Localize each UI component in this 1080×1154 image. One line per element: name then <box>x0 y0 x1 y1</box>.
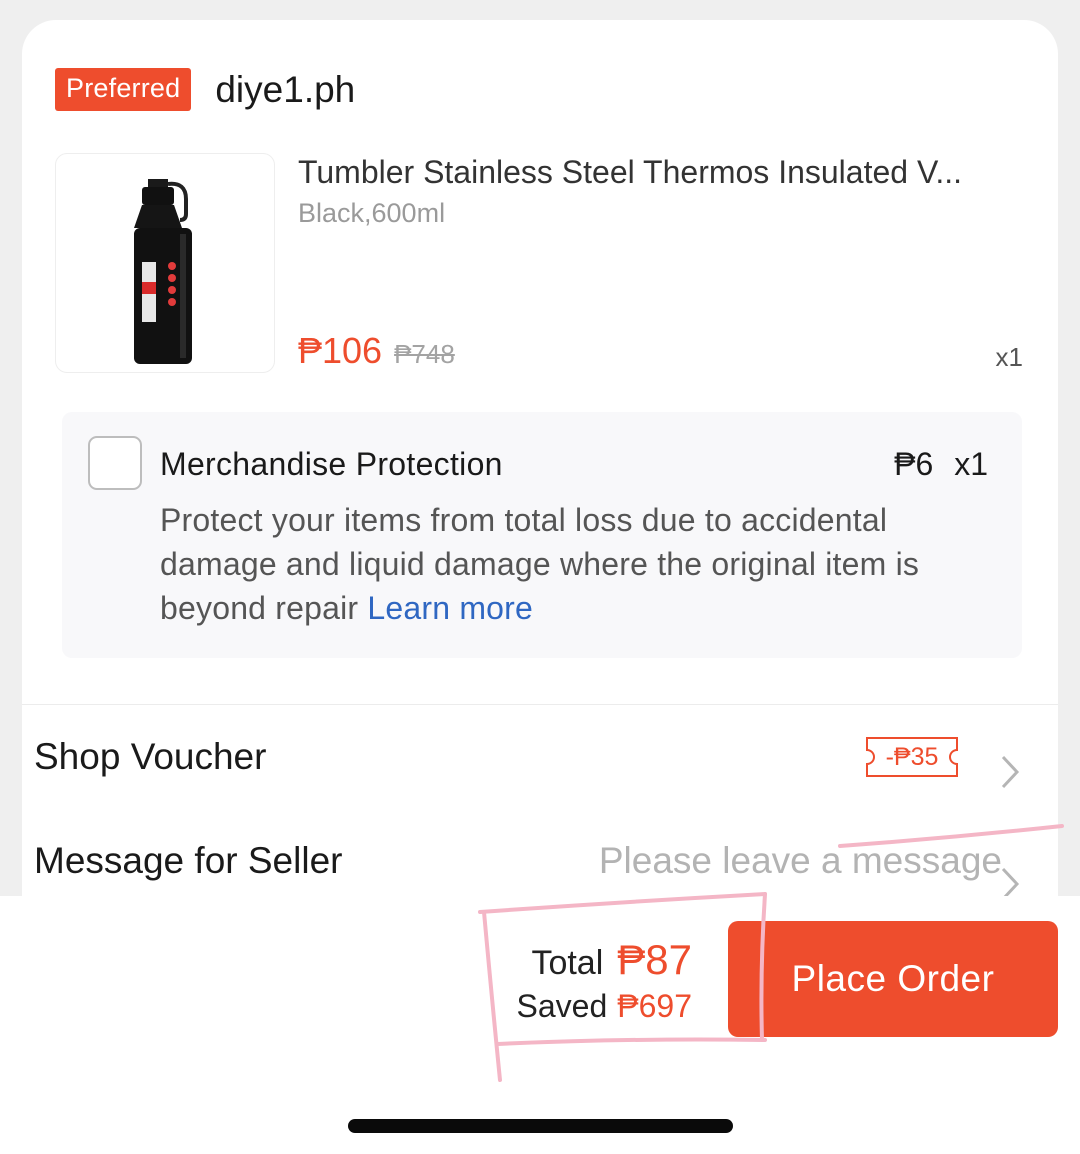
saved-label: Saved <box>516 988 608 1024</box>
product-price: ₱106 ₱748 <box>298 330 455 372</box>
thermos-bottle-image <box>134 179 192 364</box>
original-price: ₱748 <box>394 339 455 369</box>
divider <box>22 704 1058 705</box>
home-indicator <box>348 1119 733 1133</box>
totals: Total ₱87 Saved ₱697 <box>517 936 692 1025</box>
protection-quantity: x1 <box>954 446 988 482</box>
merchandise-protection: Merchandise Protection ₱6 x1 Protect you… <box>62 412 1022 658</box>
protection-description: Protect your items from total loss due t… <box>160 498 1000 630</box>
total-label: Total <box>531 944 604 982</box>
current-price: ₱106 <box>298 330 383 371</box>
saved-line: Saved ₱697 <box>517 988 692 1025</box>
voucher-tag[interactable]: -₱35 <box>865 737 959 777</box>
protection-price-value: ₱6 <box>894 446 934 482</box>
order-card: Preferred diye1.ph Tumbler Stainless Ste… <box>22 20 1058 920</box>
place-order-button[interactable]: Place Order <box>728 921 1058 1037</box>
learn-more-link[interactable]: Learn more <box>367 590 533 626</box>
total-amount: ₱87 <box>617 936 692 983</box>
shop-name[interactable]: diye1.ph <box>215 69 355 111</box>
checkout-bar: Total ₱87 Saved ₱697 Place Order <box>0 896 1080 1154</box>
product-title[interactable]: Tumbler Stainless Steel Thermos Insulate… <box>298 154 1028 191</box>
message-input[interactable]: Please leave a message <box>599 840 1002 882</box>
shop-header[interactable]: Preferred diye1.ph <box>55 68 355 111</box>
protection-price: ₱6 x1 <box>894 446 988 483</box>
voucher-value: -₱35 <box>885 743 939 771</box>
product-image[interactable] <box>55 153 275 373</box>
chevron-right-icon[interactable] <box>1000 754 1020 799</box>
total-line: Total ₱87 <box>517 936 692 984</box>
saved-amount: ₱697 <box>617 988 692 1024</box>
message-for-seller-label: Message for Seller <box>34 840 343 881</box>
product-variant: Black,600ml <box>298 198 446 228</box>
protection-title: Merchandise Protection <box>160 446 503 482</box>
protection-description-text: Protect your items from total loss due t… <box>160 502 920 626</box>
protection-checkbox[interactable] <box>88 436 142 490</box>
product-quantity: x1 <box>995 342 1023 372</box>
shop-voucher-label[interactable]: Shop Voucher <box>34 736 266 778</box>
preferred-badge: Preferred <box>55 68 192 111</box>
